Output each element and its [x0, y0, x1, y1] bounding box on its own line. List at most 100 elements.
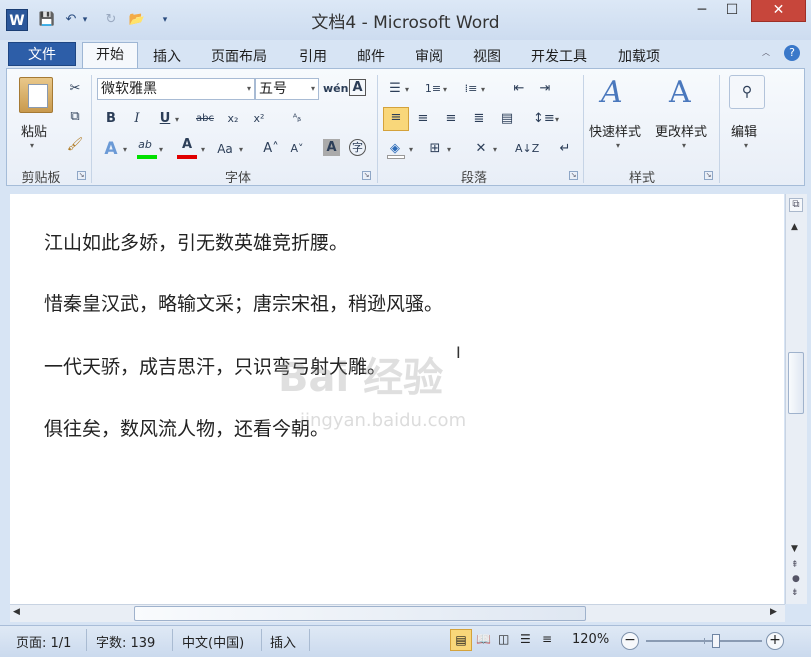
- quick-styles-button[interactable]: 快速样式: [589, 121, 641, 140]
- page-count[interactable]: 页面: 1/1: [16, 632, 71, 651]
- scroll-left-icon[interactable]: ◀: [13, 607, 20, 617]
- underline-dropdown-icon[interactable]: ▾: [175, 115, 179, 124]
- chinese-layout-dropdown-icon[interactable]: ▾: [493, 145, 497, 154]
- minimize-button[interactable]: ─: [688, 0, 716, 22]
- numbering-dropdown-icon[interactable]: ▾: [443, 85, 447, 94]
- find-icon[interactable]: ⚲: [729, 75, 765, 109]
- shrink-font-icon[interactable]: A˅: [287, 139, 307, 159]
- zoom-out-icon[interactable]: −: [621, 632, 639, 650]
- bullets-dropdown-icon[interactable]: ▾: [405, 85, 409, 94]
- browse-object-icon[interactable]: ●: [792, 574, 800, 584]
- horizontal-scrollbar[interactable]: ◀ ▶: [10, 604, 785, 622]
- borders-icon[interactable]: ⊞: [425, 139, 445, 159]
- copy-icon[interactable]: ⧉: [65, 107, 85, 127]
- tab-file[interactable]: 文件: [8, 42, 76, 66]
- scroll-down-icon[interactable]: ▼: [791, 544, 798, 554]
- bold-icon[interactable]: B: [101, 109, 121, 129]
- decrease-indent-icon[interactable]: ⇤: [509, 79, 529, 99]
- align-left-icon[interactable]: ≡: [383, 107, 409, 131]
- minimize-ribbon-icon[interactable]: ︿: [762, 47, 770, 58]
- ruler-toggle-icon[interactable]: ⧉: [789, 198, 803, 212]
- italic-icon[interactable]: I: [127, 109, 147, 129]
- align-center-icon[interactable]: ≡: [413, 109, 433, 129]
- vertical-scrollbar[interactable]: ⧉ ▲ ▼ ⇞ ● ⇟: [785, 194, 807, 604]
- change-styles-button[interactable]: 更改样式: [655, 121, 707, 140]
- align-right-icon[interactable]: ≡: [441, 109, 461, 129]
- text-effects-icon[interactable]: A: [101, 139, 121, 159]
- close-button[interactable]: ✕: [751, 0, 806, 22]
- highlight-icon[interactable]: ab: [135, 135, 155, 155]
- multilevel-list-icon[interactable]: ⁞≡: [461, 79, 481, 99]
- paste-button[interactable]: 粘贴: [21, 121, 47, 140]
- next-page-icon[interactable]: ⇟: [791, 588, 799, 598]
- styles-launcher-icon[interactable]: ↘: [704, 171, 713, 180]
- justify-icon[interactable]: ≣: [469, 109, 489, 129]
- paste-icon[interactable]: [19, 77, 53, 113]
- tab-review[interactable]: 审阅: [415, 46, 443, 66]
- word-count[interactable]: 字数: 139: [96, 632, 155, 651]
- subscript-icon[interactable]: x₂: [223, 109, 243, 129]
- change-styles-dropdown-icon[interactable]: ▾: [682, 141, 686, 150]
- zoom-in-icon[interactable]: +: [766, 632, 784, 650]
- format-painter-icon[interactable]: 🖌: [65, 135, 85, 155]
- font-size-combo[interactable]: 五号 ▾: [255, 78, 319, 100]
- language-indicator[interactable]: 中文(中国): [182, 632, 244, 651]
- editing-button[interactable]: 编辑: [731, 121, 757, 140]
- paragraph-launcher-icon[interactable]: ↘: [569, 171, 578, 180]
- chinese-layout-icon[interactable]: ✕: [471, 139, 491, 159]
- paragraph-2[interactable]: 惜秦皇汉武，略输文采；唐宗宋祖，稍逊风骚。: [44, 289, 443, 316]
- strikethrough-icon[interactable]: abc: [195, 109, 215, 129]
- insert-mode-indicator[interactable]: 插入: [270, 632, 296, 651]
- zoom-level[interactable]: 120%: [572, 632, 609, 647]
- change-case-dropdown-icon[interactable]: ▾: [239, 145, 243, 154]
- tab-developer[interactable]: 开发工具: [531, 46, 587, 66]
- font-color-dropdown-icon[interactable]: ▾: [201, 145, 205, 154]
- print-layout-icon[interactable]: ▤: [450, 629, 472, 651]
- bullets-icon[interactable]: ☰: [385, 79, 405, 99]
- line-spacing-icon[interactable]: ↕≡: [533, 109, 555, 129]
- quick-styles-dropdown-icon[interactable]: ▾: [616, 141, 620, 150]
- superscript-icon[interactable]: x²: [249, 109, 269, 129]
- reading-layout-icon[interactable]: 📖: [476, 632, 491, 646]
- restore-button[interactable]: ☐: [718, 0, 746, 22]
- paragraph-4[interactable]: 俱往矣，数风流人物，还看今朝。: [44, 414, 329, 441]
- underline-icon[interactable]: U: [155, 109, 175, 129]
- line-spacing-dropdown-icon[interactable]: ▾: [555, 115, 559, 124]
- clipboard-launcher-icon[interactable]: ↘: [77, 171, 86, 180]
- tab-addins[interactable]: 加载项: [618, 46, 660, 66]
- web-layout-icon[interactable]: ◫: [498, 632, 509, 646]
- tab-insert[interactable]: 插入: [153, 46, 181, 66]
- show-marks-icon[interactable]: ↵: [555, 139, 575, 159]
- sort-icon[interactable]: A↓Z: [515, 139, 539, 159]
- tab-home[interactable]: 开始: [82, 42, 138, 69]
- numbering-icon[interactable]: 1≡: [423, 79, 443, 99]
- grow-font-icon[interactable]: A˄: [261, 139, 281, 159]
- horizontal-scroll-thumb[interactable]: [134, 606, 586, 621]
- quick-styles-icon[interactable]: A: [601, 75, 623, 110]
- scroll-right-icon[interactable]: ▶: [770, 607, 777, 617]
- font-name-combo[interactable]: 微软雅黑 ▾: [97, 78, 255, 100]
- distributed-icon[interactable]: ▤: [497, 109, 517, 129]
- paragraph-1[interactable]: 江山如此多娇，引无数英雄竞折腰。: [44, 228, 348, 255]
- zoom-slider-thumb[interactable]: [711, 634, 720, 648]
- text-effects-dropdown-icon[interactable]: ▾: [123, 145, 127, 154]
- font-color-icon[interactable]: A: [177, 135, 197, 155]
- tab-view[interactable]: 视图: [473, 46, 501, 66]
- change-case-icon[interactable]: Aa: [215, 139, 235, 159]
- font-launcher-icon[interactable]: ↘: [362, 171, 371, 180]
- highlight-dropdown-icon[interactable]: ▾: [159, 145, 163, 154]
- help-icon[interactable]: ?: [784, 45, 800, 61]
- change-styles-icon[interactable]: A: [669, 75, 691, 110]
- borders-dropdown-icon[interactable]: ▾: [447, 145, 451, 154]
- multilevel-dropdown-icon[interactable]: ▾: [481, 85, 485, 94]
- enclose-characters-icon[interactable]: 字: [349, 139, 366, 156]
- shading-dropdown-icon[interactable]: ▾: [409, 145, 413, 154]
- outline-view-icon[interactable]: ☰: [520, 632, 531, 646]
- draft-view-icon[interactable]: ≡: [542, 632, 552, 646]
- tab-references[interactable]: 引用: [299, 46, 327, 66]
- paste-dropdown-icon[interactable]: ▾: [30, 141, 34, 150]
- vertical-scroll-thumb[interactable]: [788, 352, 804, 414]
- previous-page-icon[interactable]: ⇞: [791, 560, 799, 570]
- character-border-icon[interactable]: A: [349, 79, 366, 96]
- editing-dropdown-icon[interactable]: ▾: [744, 141, 748, 150]
